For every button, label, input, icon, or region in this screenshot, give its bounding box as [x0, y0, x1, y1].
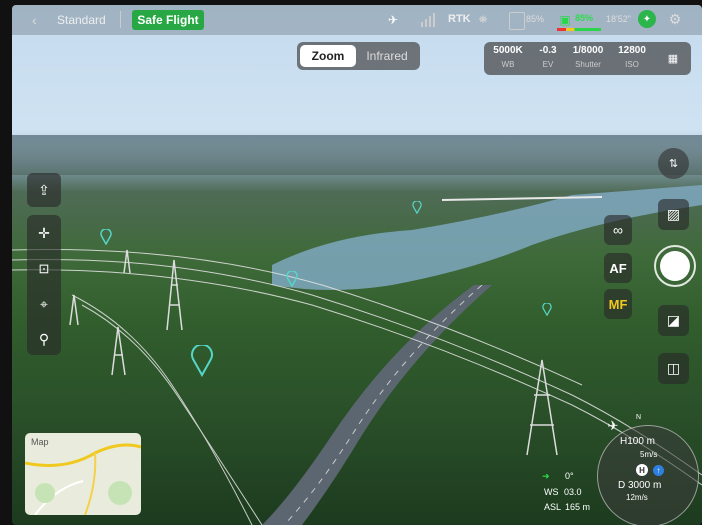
focus-target-icon[interactable]: ⊡	[32, 257, 56, 281]
battery-bar-icon: 85%	[575, 13, 594, 23]
mini-map[interactable]: Map	[25, 433, 141, 515]
camera-parameters-panel[interactable]: 5000K WB -0.3 EV 1/8000 Shutter 12800 IS…	[484, 42, 691, 75]
camera-lens-toggle: Zoom Infrared	[297, 42, 420, 70]
asl-label: ASL	[544, 502, 562, 512]
ws-value: 03.0	[564, 487, 582, 497]
wind-direction-icon: ➜	[542, 471, 550, 481]
takeoff-icon[interactable]: ⇪	[27, 173, 61, 207]
iso-value: 12800	[618, 45, 646, 56]
mf-button[interactable]: MF	[604, 289, 632, 319]
battery-percent: 85%	[526, 14, 545, 24]
waypoint-marker-icon[interactable]	[412, 201, 422, 214]
vertical-speed: 5m/s	[640, 450, 658, 459]
camera-settings-icon[interactable]: ▦	[664, 50, 682, 66]
settings-gear-icon[interactable]: ⚙	[667, 11, 683, 27]
aircraft-status-icon[interactable]: ✈	[384, 11, 402, 29]
safe-flight-badge[interactable]: Safe Flight	[132, 10, 204, 30]
connection-status-icon[interactable]: ✦	[638, 10, 656, 28]
divider	[120, 11, 121, 28]
rc-position-icon: ↑	[653, 465, 664, 476]
rtk-label[interactable]: RTK	[448, 13, 471, 25]
heading-value: 0°	[565, 471, 574, 481]
asl-value: 165 m	[565, 502, 591, 512]
ev-value: -0.3	[539, 45, 557, 56]
waypoint-mission-icon[interactable]: ⚲	[32, 327, 56, 351]
waypoint-marker-icon[interactable]	[190, 345, 214, 377]
shutter-inner	[660, 251, 690, 281]
waypoint-marker-icon[interactable]	[286, 271, 298, 287]
shutter-button[interactable]	[654, 245, 696, 287]
split-view-icon[interactable]: ◫	[658, 353, 689, 384]
iso-label: ISO	[625, 60, 639, 69]
binoculars-icon[interactable]: ∞	[604, 215, 632, 245]
battery-level-bar	[557, 28, 601, 31]
signal-strength-icon	[417, 12, 435, 28]
crosshair-icon[interactable]: ✛	[32, 221, 56, 245]
tab-infrared[interactable]: Infrared	[356, 45, 418, 67]
point-of-interest-icon[interactable]: ⌖	[32, 292, 56, 316]
waypoint-marker-icon[interactable]	[100, 229, 112, 245]
home-point-icon: H	[636, 464, 648, 476]
back-arrow-icon[interactable]: ‹	[32, 12, 37, 28]
gimbal-switch-icon[interactable]: ⇅	[658, 148, 689, 179]
ev-label: EV	[542, 60, 554, 69]
tab-zoom[interactable]: Zoom	[300, 45, 356, 67]
satellite-icon: ⛯	[478, 13, 488, 26]
waypoint-marker-icon[interactable]	[542, 303, 552, 316]
rc-battery-icon	[509, 12, 525, 30]
wb-label: WB	[501, 60, 515, 69]
aircraft-icon: ✈	[607, 418, 619, 433]
flight-camera-view: ‹ Standard Safe Flight ✈ RTK ⛯ 85% ▣ 85%…	[12, 5, 702, 525]
af-button[interactable]: AF	[604, 253, 632, 283]
remaining-flight-time: 18'52"	[606, 14, 631, 24]
horizontal-speed: 12m/s	[626, 493, 648, 502]
photo-mode-icon[interactable]: ◪	[658, 305, 689, 336]
shutter-value: 1/8000	[572, 45, 604, 56]
map-label: Map	[31, 437, 49, 447]
gallery-icon[interactable]: ▨	[658, 199, 689, 230]
aircraft-battery-icon[interactable]: ▣	[557, 12, 573, 28]
attitude-compass[interactable]: N H100 m 5m/s H ↑ D 3000 m 12m/s	[597, 414, 699, 525]
shutter-label: Shutter	[575, 60, 601, 69]
north-label: N	[636, 414, 642, 421]
wb-value: 5000K	[493, 45, 523, 56]
flight-mode-label[interactable]: Standard	[57, 13, 106, 27]
ws-label: WS	[544, 487, 559, 497]
distance-value: D 3000 m	[618, 480, 662, 491]
h-value: H100 m	[620, 436, 656, 447]
